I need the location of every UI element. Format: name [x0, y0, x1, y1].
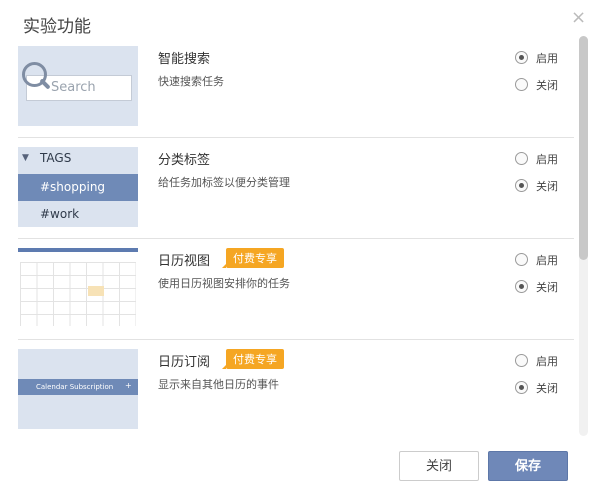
feature-description: 使用日历视图安排你的任务: [158, 277, 290, 290]
disable-label: 关闭: [536, 281, 558, 294]
feature-list: Search 智能搜索 快速搜索任务 启用 关闭 ▼ TAGS #shoppin…: [0, 36, 576, 436]
feature-name: 分类标签: [158, 153, 211, 168]
thumbnail-calendar-highlight: [88, 286, 104, 296]
enable-radio[interactable]: 启用: [515, 252, 558, 268]
enable-label: 启用: [536, 52, 558, 65]
premium-badge: 付费专享: [222, 248, 284, 268]
thumbnail-subscription-label: Calendar Subscription: [36, 383, 114, 391]
feature-thumbnail-tags: ▼ TAGS #shopping #work: [18, 147, 138, 227]
feature-row-calendar-view: 日历视图 付费专享 使用日历视图安排你的任务 启用 关闭: [18, 238, 574, 340]
radio-icon[interactable]: [515, 354, 528, 367]
enable-label: 启用: [536, 355, 558, 368]
save-button[interactable]: 保存: [488, 451, 568, 481]
radio-icon[interactable]: [515, 253, 528, 266]
premium-badge: 付费专享: [222, 349, 284, 369]
feature-row-smart-search: Search 智能搜索 快速搜索任务 启用 关闭: [18, 36, 574, 138]
feature-description: 快速搜索任务: [158, 75, 224, 88]
thumbnail-tag-label: #work: [40, 207, 80, 221]
disable-radio[interactable]: 关闭: [515, 178, 558, 194]
disable-label: 关闭: [536, 180, 558, 193]
thumbnail-search-placeholder: Search: [51, 80, 96, 95]
enable-radio[interactable]: 启用: [515, 151, 558, 167]
thumbnail-tags-header: ▼ TAGS: [18, 147, 138, 174]
scrollbar[interactable]: [579, 36, 588, 436]
feature-thumbnail-calendar: [18, 248, 138, 328]
disable-label: 关闭: [536, 79, 558, 92]
feature-name: 智能搜索: [158, 52, 211, 67]
dialog-title: 实验功能: [23, 17, 91, 37]
feature-name: 日历视图: [158, 254, 211, 269]
close-icon[interactable]: ×: [571, 9, 586, 27]
close-button[interactable]: 关闭: [399, 451, 479, 481]
feature-description: 给任务加标签以便分类管理: [158, 176, 290, 189]
disable-radio[interactable]: 关闭: [515, 77, 558, 93]
triangle-down-icon: ▼: [22, 153, 29, 163]
thumbnail-calendar-grid: [20, 262, 136, 326]
disable-label: 关闭: [536, 382, 558, 395]
feature-thumbnail-subscription: Calendar Subscription +: [18, 349, 138, 429]
disable-radio[interactable]: 关闭: [515, 380, 558, 396]
feature-row-tags: ▼ TAGS #shopping #work 分类标签 给任务加标签以便分类管理…: [18, 137, 574, 239]
feature-row-calendar-subscription: Calendar Subscription + 日历订阅 付费专享 显示来自其他…: [18, 339, 574, 436]
feature-thumbnail-search: Search: [18, 46, 138, 126]
radio-icon[interactable]: [515, 280, 528, 293]
enable-label: 启用: [536, 153, 558, 166]
thumbnail-calendar-header: [18, 248, 138, 252]
feature-description: 显示来自其他日历的事件: [158, 378, 279, 391]
enable-radio[interactable]: 启用: [515, 50, 558, 66]
radio-icon[interactable]: [515, 51, 528, 64]
radio-icon[interactable]: [515, 179, 528, 192]
thumbnail-subscription-bar: Calendar Subscription +: [18, 379, 138, 395]
experimental-features-dialog: 实验功能 × Search 智能搜索 快速搜索任务 启用 关闭 ▼ TAGS #…: [0, 0, 603, 494]
scrollbar-thumb[interactable]: [579, 36, 588, 260]
radio-icon[interactable]: [515, 152, 528, 165]
thumbnail-tag-item: #work: [18, 201, 138, 227]
radio-icon[interactable]: [515, 381, 528, 394]
feature-name: 日历订阅: [158, 355, 211, 370]
radio-icon[interactable]: [515, 78, 528, 91]
thumbnail-tag-item: #shopping: [18, 174, 138, 201]
thumbnail-tag-label: #shopping: [40, 180, 106, 194]
enable-label: 启用: [536, 254, 558, 267]
thumbnail-calendar: [18, 248, 138, 328]
enable-radio[interactable]: 启用: [515, 353, 558, 369]
thumbnail-tags-title: TAGS: [40, 151, 72, 165]
plus-icon: +: [125, 381, 132, 390]
disable-radio[interactable]: 关闭: [515, 279, 558, 295]
